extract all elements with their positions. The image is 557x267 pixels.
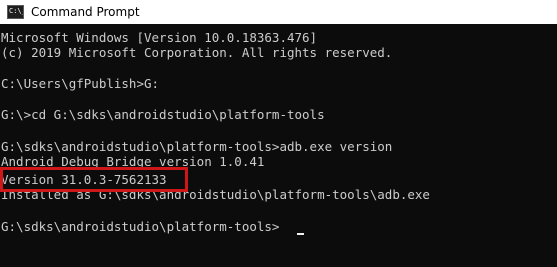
console-prompt-line[interactable]: G:\sdks\androidstudio\platform-tools> xyxy=(1,220,279,234)
cmd-icon: C:\_ xyxy=(7,5,24,19)
console-line: (c) 2019 Microsoft Corporation. All righ… xyxy=(1,45,393,60)
console-line: G:\sdks\androidstudio\platform-tools>adb… xyxy=(1,139,393,154)
title-bar[interactable]: C:\_ Command Prompt xyxy=(0,0,557,24)
console-line: G:\>cd G:\sdks\androidstudio\platform-to… xyxy=(1,107,325,122)
console-line: Installed as G:\sdks\androidstudio\platf… xyxy=(1,187,430,202)
console-output[interactable]: Microsoft Windows [Version 10.0.18363.47… xyxy=(0,27,557,267)
command-prompt-window: C:\_ Command Prompt Microsoft Windows [V… xyxy=(0,0,557,267)
text-cursor xyxy=(297,233,304,235)
console-line: Android Debug Bridge version 1.0.41 xyxy=(1,154,265,169)
console-line: C:\Users\gfPublish>G: xyxy=(1,76,160,91)
window-title: Command Prompt xyxy=(31,5,140,19)
console-line: Microsoft Windows [Version 10.0.18363.47… xyxy=(1,30,318,45)
console-line: Version 31.0.3-7562133 xyxy=(1,172,167,187)
